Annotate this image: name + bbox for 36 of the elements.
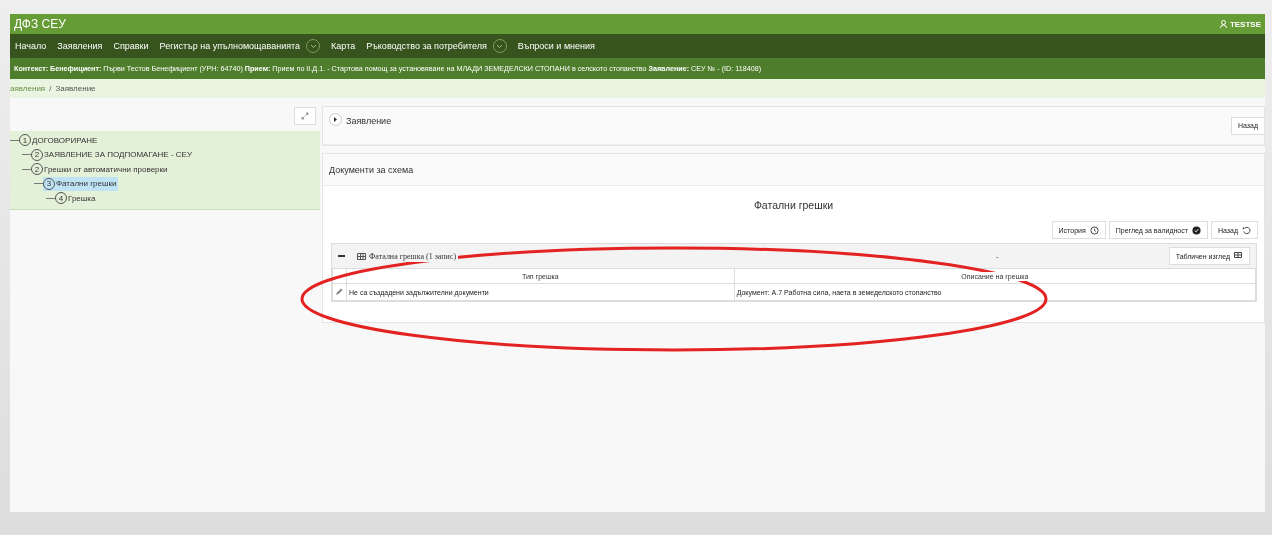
tree-item[interactable]: 3 Фатални грешки [43,176,119,191]
nav-link[interactable]: Начало [15,41,47,51]
tree-item[interactable]: 2 Грешки от автоматични проверки [31,162,170,177]
undo-icon [1242,225,1251,235]
nav-link[interactable]: Въпроси и мнения [517,41,595,51]
tree-connector [22,154,31,156]
nav-link[interactable]: Справки [113,41,149,51]
tree-connector [34,183,43,185]
card-title: Заявление [346,116,392,126]
play-icon [333,117,338,122]
tree-connector [10,139,19,141]
breadcrumb-separator: / [49,84,52,93]
nav-link[interactable]: Регистър на упълномощаванията [159,39,321,53]
nav-link[interactable]: Карта [331,41,356,51]
tree-item[interactable]: 2 ЗАЯВЛЕНИЕ ЗА ПОДПОМАГАНЕ - СЕУ [31,147,194,162]
panel-title: Фатална грешка (1 запис) [355,250,459,262]
table-icon [357,252,366,260]
user-icon [1219,20,1227,28]
breadcrumb-link[interactable]: аявления [10,84,46,93]
section-heading: Фатални грешки [752,199,835,211]
card-title: Документи за схема [329,164,414,175]
tree-connector [22,168,31,170]
breadcrumb-current: Заявление [55,84,96,93]
nav-link[interactable]: Ръководство за потребителя [366,39,507,53]
table-edit-icon [1234,252,1243,260]
tree-item[interactable]: 4 Грешка [55,191,98,206]
check-circle-icon [1191,225,1201,235]
dash-text: - [996,251,999,261]
app-title: ДФЗ СЕУ [14,17,66,31]
tree-connector [46,197,55,199]
nav-link[interactable]: Заявления [57,41,103,51]
pencil-icon[interactable] [335,287,343,296]
history-icon [1089,225,1099,235]
expand-icon [301,112,309,120]
play-button[interactable] [329,113,342,126]
tree-item[interactable]: 1 ДОГОВОРИРАНЕ [19,133,100,148]
